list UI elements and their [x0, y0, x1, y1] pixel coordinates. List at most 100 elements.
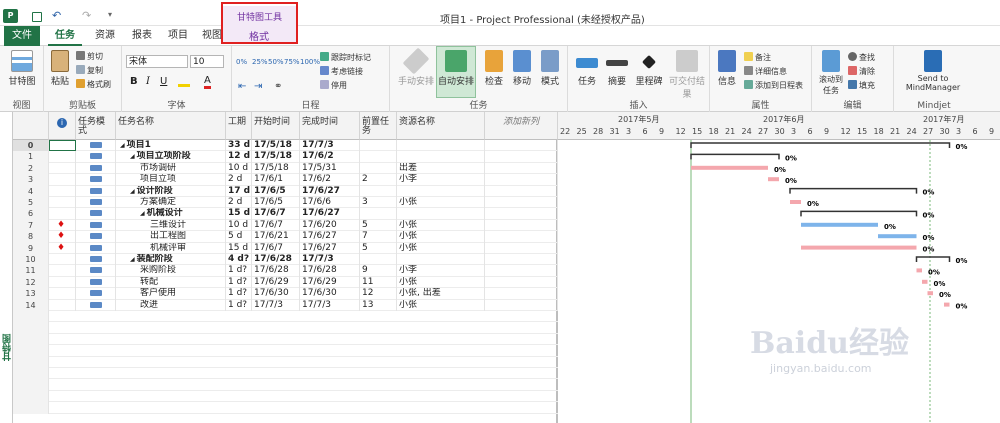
resource-names-cell[interactable]	[397, 254, 485, 266]
task-bar[interactable]	[927, 291, 934, 296]
start-cell[interactable]: 17/5/18	[252, 140, 300, 152]
copy-button[interactable]: 复制	[76, 65, 103, 76]
summary-bar[interactable]	[915, 256, 951, 262]
tab-4[interactable]: 项目	[162, 26, 194, 46]
duration-cell[interactable]: 12 d	[226, 151, 252, 163]
indicator-cell[interactable]	[49, 276, 76, 289]
resource-names-cell[interactable]	[397, 208, 485, 220]
row-number[interactable]: 7	[13, 219, 49, 232]
predecessors-cell[interactable]	[360, 140, 397, 152]
percent-complete-button[interactable]: 25%	[252, 58, 268, 66]
duration-cell[interactable]: 2 d	[226, 197, 252, 209]
column-header[interactable]: 前置任务	[360, 112, 397, 140]
empty-row[interactable]	[13, 356, 558, 368]
predecessors-cell[interactable]: 2	[360, 174, 397, 186]
row-number[interactable]: 1	[13, 151, 49, 163]
finish-cell[interactable]: 17/6/6	[300, 197, 360, 209]
table-row[interactable]: 13 客户使用 1 d? 17/6/30 17/6/30 12 小张, 出差	[13, 288, 558, 300]
percent-complete-button[interactable]: 0%	[236, 58, 247, 66]
finish-cell[interactable]: 17/7/3	[300, 254, 360, 266]
column-header[interactable]: 工期	[226, 112, 252, 140]
percent-complete-button[interactable]: 50%	[268, 58, 284, 66]
row-number[interactable]	[13, 311, 49, 323]
font-size-select[interactable]: 10	[190, 55, 224, 68]
finish-cell[interactable]: 17/6/2	[300, 151, 360, 163]
new-column-cell[interactable]	[485, 254, 558, 266]
task-name-cell[interactable]: 采购阶段	[116, 265, 226, 277]
indicator-cell[interactable]: ♦	[49, 219, 76, 232]
duration-cell[interactable]: 1 d?	[226, 265, 252, 277]
indicator-cell[interactable]	[49, 265, 76, 277]
new-column-cell[interactable]	[485, 151, 558, 163]
task-mode-cell[interactable]	[76, 299, 116, 311]
task-bar[interactable]	[790, 200, 801, 204]
indicator-cell[interactable]	[49, 162, 76, 175]
indicator-cell[interactable]	[49, 140, 76, 152]
resource-names-cell[interactable]: 小张	[397, 242, 485, 254]
finish-cell[interactable]: 17/6/27	[300, 208, 360, 220]
row-number[interactable]: 11	[13, 265, 49, 277]
row-number[interactable]: 3	[13, 174, 49, 186]
predecessors-cell[interactable]: 3	[360, 197, 397, 209]
italic-button[interactable]: I	[146, 76, 150, 87]
predecessors-cell[interactable]	[360, 254, 397, 266]
task-name-cell[interactable]: ◢ 设计阶段	[116, 185, 226, 197]
indicators-header[interactable]: i	[49, 112, 76, 140]
predecessors-cell[interactable]: 12	[360, 288, 397, 300]
tab-1[interactable]: 任务	[48, 26, 82, 46]
start-cell[interactable]: 17/5/18	[252, 162, 300, 175]
table-row[interactable]: 7 ♦ 三维设计 10 d 17/6/7 17/6/20 5 小张	[13, 219, 558, 232]
start-cell[interactable]: 17/6/5	[252, 197, 300, 209]
start-cell[interactable]: 17/5/18	[252, 151, 300, 163]
notes-button[interactable]: 备注	[744, 52, 771, 63]
collapse-triangle-icon[interactable]: ◢	[130, 188, 135, 195]
table-row[interactable]: 12 转配 1 d? 17/6/29 17/6/29 11 小张	[13, 276, 558, 289]
task-name-cell[interactable]: 市场调研	[116, 162, 226, 175]
start-cell[interactable]: 17/6/21	[252, 231, 300, 243]
start-cell[interactable]: 17/6/28	[252, 265, 300, 277]
indicator-cell[interactable]	[49, 197, 76, 209]
predecessors-cell[interactable]: 7	[360, 231, 397, 243]
paste-button[interactable]: 粘贴	[48, 50, 72, 87]
task-mode-cell[interactable]	[76, 174, 116, 186]
underline-button[interactable]: U	[160, 76, 167, 87]
format-painter-button[interactable]: 格式刷	[76, 79, 111, 90]
task-mode-cell[interactable]	[76, 151, 116, 163]
fill-button[interactable]: 填充	[848, 80, 875, 91]
empty-row[interactable]	[13, 345, 558, 357]
predecessors-cell[interactable]: 5	[360, 219, 397, 232]
collapse-triangle-icon[interactable]: ◢	[140, 210, 145, 217]
table-row[interactable]: 11 采购阶段 1 d? 17/6/28 17/6/28 9 小李	[13, 265, 558, 277]
fill-color-icon[interactable]	[178, 76, 190, 87]
predecessors-cell[interactable]: 5	[360, 242, 397, 254]
row-number[interactable]	[13, 322, 49, 334]
summary-bar[interactable]	[800, 210, 918, 217]
task-mode-cell[interactable]	[76, 265, 116, 277]
start-cell[interactable]: 17/6/1	[252, 174, 300, 186]
task-name-cell[interactable]: 项目立项	[116, 174, 226, 186]
start-cell[interactable]: 17/6/30	[252, 288, 300, 300]
row-number[interactable]	[13, 368, 49, 380]
task-name-cell[interactable]: 机械评审	[116, 242, 226, 254]
resource-names-cell[interactable]	[397, 185, 485, 197]
finish-cell[interactable]: 17/6/30	[300, 288, 360, 300]
resource-names-cell[interactable]: 小张	[397, 276, 485, 289]
row-number[interactable]: 14	[13, 299, 49, 311]
row-number[interactable]: 9	[13, 242, 49, 254]
select-all-corner[interactable]	[13, 112, 49, 140]
row-number[interactable]	[13, 333, 49, 346]
task-name-cell[interactable]: 改进	[116, 299, 226, 311]
undo-icon[interactable]: ↶	[52, 9, 61, 22]
task-mode-cell[interactable]	[76, 162, 116, 175]
task-mode-cell[interactable]	[76, 185, 116, 197]
predecessors-cell[interactable]	[360, 162, 397, 175]
task-mode-cell[interactable]	[76, 242, 116, 254]
task-mode-cell[interactable]	[76, 219, 116, 232]
column-header[interactable]: 开始时间	[252, 112, 300, 140]
duration-cell[interactable]: 10 d	[226, 162, 252, 175]
table-row[interactable]: 3 项目立项 2 d 17/6/1 17/6/2 2 小李	[13, 174, 558, 186]
start-cell[interactable]: 17/6/7	[252, 242, 300, 254]
finish-cell[interactable]: 17/7/3	[300, 140, 360, 152]
duration-cell[interactable]: 10 d	[226, 219, 252, 232]
respect-links-button[interactable]: 考虑链接	[320, 66, 363, 77]
